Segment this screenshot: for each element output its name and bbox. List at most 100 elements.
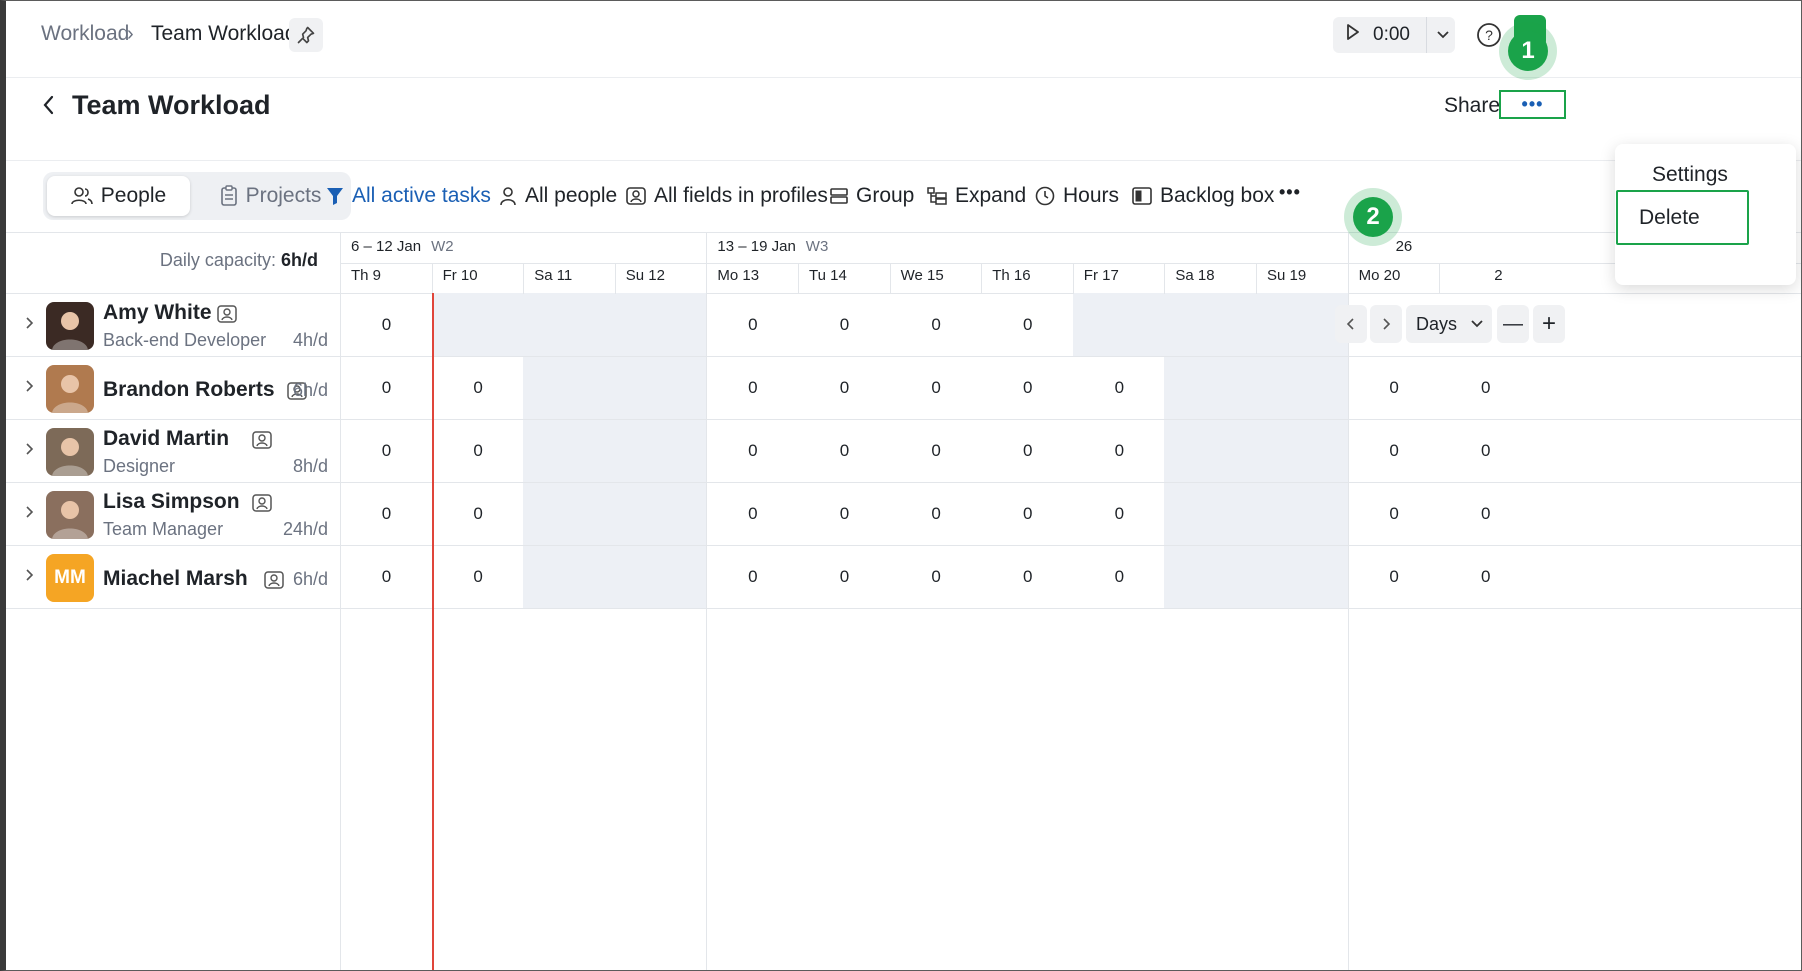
workload-cell[interactable]: 0 [1067,441,1172,461]
divider [6,293,1801,294]
chevron-down-icon[interactable] [1425,17,1450,53]
breadcrumb-parent[interactable]: Workload [41,22,129,46]
svg-text:?: ? [1485,27,1493,43]
scroll-right-button[interactable] [1370,305,1402,343]
workload-cell[interactable]: 0 [1433,441,1538,461]
row-divider [6,419,1801,420]
group-button[interactable]: Group [830,176,914,216]
workload-cell[interactable]: 0 [884,567,989,587]
workload-cell[interactable]: 0 [975,504,1080,524]
row-divider [6,545,1801,546]
backlog-box-button[interactable]: Backlog box [1132,176,1274,216]
workload-cell[interactable]: 0 [792,441,897,461]
share-button[interactable]: Share [1444,94,1500,118]
toolbar-more-button[interactable]: ••• [1279,182,1301,203]
tab-people[interactable]: People [47,176,190,216]
workload-cell[interactable]: 0 [884,378,989,398]
workload-cell[interactable]: 0 [334,378,439,398]
scroll-left-button[interactable] [1335,305,1367,343]
filter-people-button[interactable]: All people [499,176,617,216]
profile-card-icon[interactable] [252,493,272,518]
play-icon[interactable] [1346,24,1360,46]
pin-icon[interactable] [289,18,323,52]
workload-cell[interactable]: 0 [975,315,1080,335]
workload-cell[interactable]: 0 [334,315,439,335]
filter-tasks-button[interactable]: All active tasks [326,176,491,216]
workload-cell[interactable]: 0 [426,378,531,398]
clock-icon [1035,186,1055,206]
day-header: Mo 20 [1358,267,1401,284]
expand-icon [927,187,947,205]
expand-row-icon[interactable] [24,379,34,398]
zoom-unit-select[interactable]: Days [1406,305,1492,343]
workload-cell[interactable]: 0 [884,315,989,335]
day-separator [706,263,708,294]
help-icon[interactable]: ? [1472,18,1506,52]
workload-cell[interactable]: 0 [975,567,1080,587]
workload-cell[interactable]: 0 [1342,567,1447,587]
workload-cell[interactable]: 0 [334,567,439,587]
workload-cell[interactable]: 0 [1433,378,1538,398]
row-divider [6,608,1801,609]
workload-cell[interactable]: 0 [792,378,897,398]
zoom-in-button[interactable]: + [1533,305,1565,343]
expand-row-icon[interactable] [24,316,34,335]
workload-cell[interactable]: 0 [700,567,805,587]
more-options-button[interactable]: ••• [1499,90,1566,119]
people-icon [70,187,93,205]
expand-row-icon[interactable] [24,568,34,587]
back-icon[interactable] [40,93,58,122]
hours-label: Hours [1063,184,1120,207]
workload-cell[interactable]: 0 [792,567,897,587]
workload-cell[interactable]: 0 [1342,378,1447,398]
day-separator [1347,263,1349,294]
workload-cell[interactable]: 0 [426,441,531,461]
avatar [46,302,94,350]
profile-card-icon[interactable] [217,304,238,329]
zoom-out-button[interactable]: — [1497,305,1529,343]
workload-cell[interactable]: 0 [792,504,897,524]
backlog-icon [1132,187,1152,205]
workload-cell[interactable]: 0 [884,504,989,524]
app-window: Workload › Team Workload 0:00 ? Team Wor… [0,0,1802,971]
workload-cell[interactable]: 0 [884,441,989,461]
workload-cell[interactable]: 0 [334,441,439,461]
filter-icon [327,188,343,205]
workload-cell[interactable]: 0 [1067,567,1172,587]
workload-cell[interactable]: 0 [1067,378,1172,398]
workload-cell[interactable]: 0 [975,378,1080,398]
expand-row-icon[interactable] [24,442,34,461]
workload-cell[interactable]: 0 [700,504,805,524]
workload-cell[interactable]: 0 [1433,504,1538,524]
expand-row-icon[interactable] [24,505,34,524]
workload-cell[interactable]: 0 [334,504,439,524]
breadcrumb-current: Team Workload [151,22,297,45]
person-capacity: 8h/d [292,456,328,476]
day-header: Sa 11 [534,267,573,284]
workload-cell[interactable]: 0 [426,567,531,587]
workload-cell[interactable]: 0 [1342,504,1447,524]
menu-item-delete[interactable]: Delete [1616,190,1749,245]
workload-cell[interactable]: 0 [700,378,805,398]
week-separator [706,233,708,970]
timer-control[interactable]: 0:00 [1333,17,1455,53]
hours-button[interactable]: Hours [1035,176,1119,216]
expand-button[interactable]: Expand [927,176,1026,216]
workload-cell[interactable]: 0 [700,315,805,335]
workload-cell[interactable]: 0 [700,441,805,461]
tab-projects[interactable]: Projects [198,176,343,216]
row-divider [6,482,1801,483]
workload-cell[interactable]: 0 [975,441,1080,461]
workload-cell[interactable]: 0 [426,504,531,524]
workload-cell[interactable]: 0 [1342,441,1447,461]
workload-cell[interactable]: 0 [1433,567,1538,587]
expand-label: Expand [955,184,1027,207]
backlog-box-label: Backlog box [1160,184,1275,207]
day-header: We 15 [900,267,944,284]
workload-cell[interactable]: 0 [792,315,897,335]
profile-card-icon[interactable] [252,430,272,455]
workload-cell[interactable]: 0 [1067,504,1172,524]
profile-fields-button[interactable]: All fields in profiles [626,176,828,216]
person-role: Designer [103,456,176,476]
day-header: Fr 17 [1083,267,1119,284]
